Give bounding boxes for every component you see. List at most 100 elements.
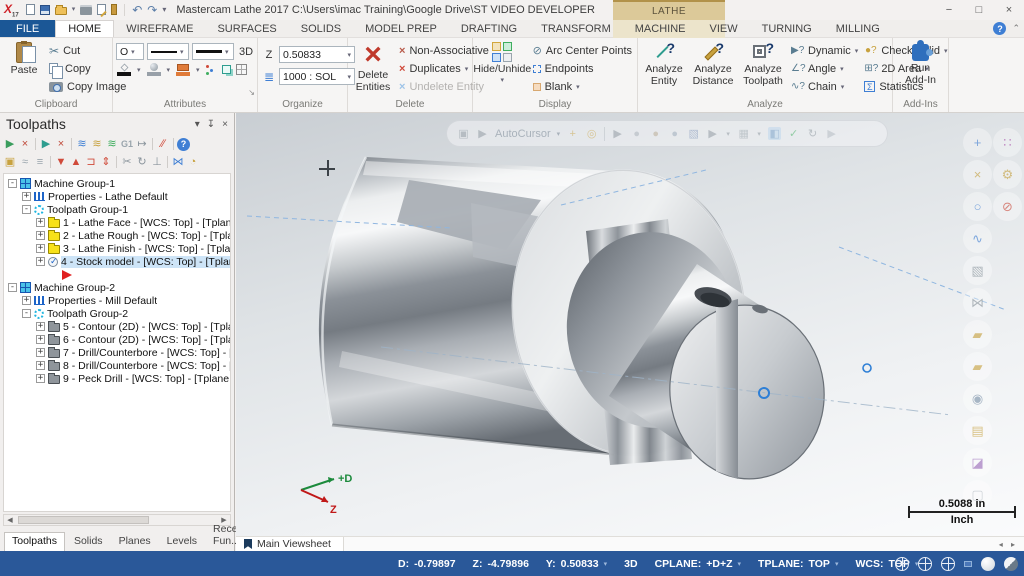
last-select-icon[interactable]: ▶ [825, 127, 838, 140]
selection-icon[interactable]: ▾ [725, 130, 731, 138]
angle-button[interactable]: ∠?Angle▾ [789, 60, 860, 77]
wireframe-globe-icon[interactable] [895, 557, 909, 571]
arc-center-points-button[interactable]: ⊘Arc Center Points [531, 42, 634, 59]
status-field-caret-icon[interactable]: ▾ [738, 560, 742, 568]
toolbar-icon[interactable] [152, 138, 153, 150]
restore-button[interactable]: □ [964, 0, 994, 20]
scroll-left-icon[interactable]: ◀ [4, 516, 16, 524]
status-field[interactable]: CPLANE: +D+Z ▾ [655, 558, 741, 570]
tree-expander[interactable]: + [36, 322, 45, 331]
main-viewsheet-tab[interactable]: Main Viewsheet [236, 537, 344, 551]
gnomon-button[interactable]: ∷ [993, 128, 1022, 157]
open-file-icon[interactable] [55, 7, 67, 15]
tree-expander[interactable]: + [36, 335, 45, 344]
select-arrow-icon[interactable]: ▶ [611, 127, 624, 140]
tree-item[interactable]: + 4 - Stock model - [WCS: Top] - [Tplane… [4, 255, 230, 268]
ribbon-tab[interactable]: VIEW [698, 20, 750, 37]
autocursor-label[interactable]: AutoCursor [495, 128, 551, 140]
verify-icon[interactable]: ⋈ [171, 155, 185, 169]
material-button[interactable] [175, 64, 191, 76]
panel-tab[interactable]: Planes [112, 533, 158, 551]
toolbar-icon[interactable] [173, 138, 174, 150]
ribbon-tab[interactable]: HOME [55, 20, 114, 37]
point-style-combo[interactable]: O▾ [116, 43, 144, 60]
tree-item[interactable]: + 5 - Contour (2D) - [WCS: Top] - [Tplan… [4, 320, 230, 333]
settings-button[interactable]: ⚙ [993, 160, 1022, 189]
level-field[interactable]: 1000 : SOL▾ [279, 68, 355, 85]
sphere-select-2-icon[interactable]: ● [649, 128, 662, 140]
wireframe-color-button[interactable] [116, 64, 132, 76]
stock-display-icon[interactable]: ◔ [186, 155, 200, 169]
shaded-mode-selected[interactable] [964, 561, 972, 567]
delete-entities-button[interactable]: × Delete Entities [351, 40, 395, 98]
help-button[interactable]: ? [993, 22, 1006, 35]
spline-button[interactable]: ∿ [963, 224, 992, 253]
tool-bar-button[interactable]: ▰ [963, 320, 992, 349]
3d-toggle[interactable]: 3D [239, 46, 253, 58]
crosshair-button[interactable]: + [963, 128, 992, 157]
plane-square-button[interactable]: ◪ [963, 448, 992, 477]
panel-close-icon[interactable]: × [222, 119, 228, 130]
tree-item[interactable] [4, 268, 230, 281]
tree-item[interactable]: + Properties - Lathe Default [4, 190, 230, 203]
line-style-combo[interactable]: ▾ [147, 43, 189, 60]
gnomon-lock-icon[interactable]: ▣ [457, 127, 470, 140]
panel-tab[interactable]: Levels [160, 533, 204, 551]
tree-item[interactable]: - Toolpath Group-2 [4, 307, 230, 320]
status-field-caret-icon[interactable]: ▾ [835, 560, 839, 568]
viewsheet-nav-arrows[interactable]: ◂ ▸ [999, 540, 1024, 549]
solid-color-button[interactable] [146, 63, 162, 76]
regenerate-dirty-icon[interactable]: ≋ [105, 137, 119, 151]
refresh-select-icon[interactable]: ↻ [806, 127, 819, 140]
simulate-icon[interactable]: ∕∕ [156, 137, 170, 151]
run-addin-button[interactable]: Run Add-In [896, 40, 945, 98]
stock-box-button[interactable]: ▤ [963, 416, 992, 445]
select-all-icon[interactable]: ▶ [3, 137, 17, 151]
toolbar-icon[interactable] [35, 138, 36, 150]
save-icon[interactable] [40, 5, 50, 15]
attributes-dialog-launcher-icon[interactable]: ↘ [248, 88, 255, 97]
tool-bar-2-button[interactable]: ▰ [963, 352, 992, 381]
tree-expander[interactable]: + [36, 361, 45, 370]
panel-tab[interactable]: Solids [67, 533, 110, 551]
translucent-sphere-icon[interactable] [1004, 557, 1018, 571]
line-width-combo[interactable]: ▾ [192, 43, 234, 60]
unselect-toolpaths-icon[interactable]: × [54, 137, 68, 151]
ribbon-tab[interactable]: MODEL PREP [353, 20, 449, 37]
attributes-panel-button[interactable] [205, 64, 217, 76]
autocursor-caret-icon[interactable]: ▾ [557, 130, 561, 138]
tree-expander[interactable]: + [36, 374, 45, 383]
tree-item[interactable]: + 1 - Lathe Face - [WCS: Top] - [Tplane:… [4, 216, 230, 229]
panel-hscrollbar[interactable]: ◀ ▶ [3, 514, 231, 526]
toggle-display-icon[interactable]: ≈ [18, 155, 32, 169]
qat-customize-icon[interactable]: ▾ [162, 4, 166, 16]
analyze-toolpath-button[interactable]: ? Analyze Toolpath [739, 40, 787, 98]
status-field[interactable]: D: -0.79897 [398, 558, 456, 570]
tree-expander[interactable]: - [8, 179, 17, 188]
z-depth-field[interactable]: 0.50833▾ [279, 46, 355, 63]
ribbon-tab[interactable]: SURFACES [205, 20, 288, 37]
panel-menu-icon[interactable]: ▾ [195, 119, 200, 130]
origin-snap-icon[interactable]: ◎ [585, 127, 598, 140]
status-field-caret-icon[interactable]: ▾ [604, 560, 608, 568]
collapse-ribbon-icon[interactable]: ⌃ [1012, 23, 1020, 34]
tree-item[interactable]: + 7 - Drill/Counterbore - [WCS: Top] - [… [4, 346, 230, 359]
edit-file-icon[interactable] [97, 4, 106, 15]
ribbon-tab[interactable]: MILLING [824, 20, 892, 37]
backplot-icon[interactable]: ↦ [135, 137, 149, 151]
redo-icon[interactable]: ↷ [147, 4, 157, 16]
tree-item[interactable]: + 2 - Lathe Rough - [WCS: Top] - [Tplane… [4, 229, 230, 242]
regenerate-selected-icon[interactable]: ≋ [90, 137, 104, 151]
move-down-icon[interactable]: ▼ [54, 155, 68, 169]
sphere-select-icon[interactable]: ● [630, 128, 643, 140]
tree-item[interactable]: - Machine Group-1 [4, 177, 230, 190]
ghost-toolpath-icon[interactable]: ≡ [33, 155, 47, 169]
endpoints-button[interactable]: Endpoints [531, 60, 634, 77]
chain-button[interactable]: ∿?Chain▾ [789, 78, 860, 95]
post-icon[interactable]: ⊥ [150, 155, 164, 169]
autocursor-power-icon[interactable]: + [566, 128, 579, 140]
tree-item[interactable]: + 8 - Drill/Counterbore - [WCS: Top] - [… [4, 359, 230, 372]
tree-item[interactable]: + 9 - Peck Drill - [WCS: Top] - [Tplane:… [4, 372, 230, 385]
help-icon[interactable]: ? [177, 138, 190, 151]
status-field[interactable]: 3D [624, 558, 637, 570]
